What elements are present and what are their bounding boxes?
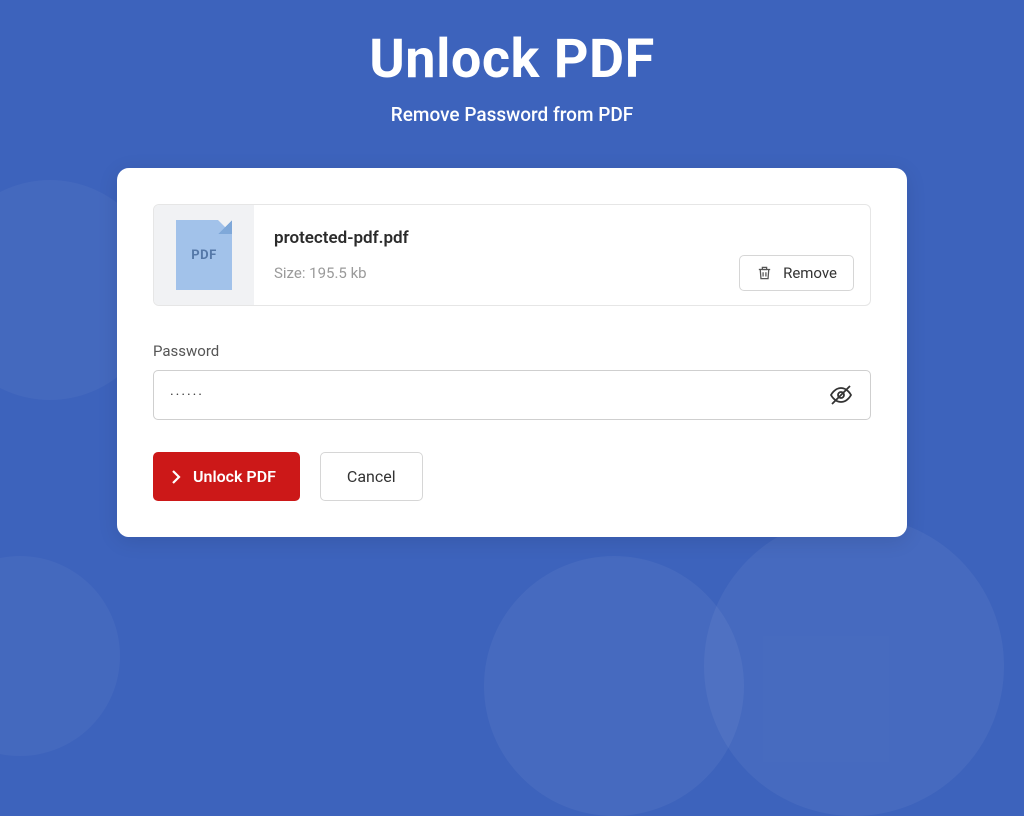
file-thumbnail: PDF [154, 205, 254, 305]
cancel-button[interactable]: Cancel [320, 452, 423, 501]
file-row: PDF protected-pdf.pdf Size: 195.5 kb Rem… [153, 204, 871, 306]
action-buttons: Unlock PDF Cancel [153, 452, 871, 501]
remove-button-label: Remove [783, 264, 837, 282]
unlock-pdf-button[interactable]: Unlock PDF [153, 452, 300, 501]
password-row [153, 370, 871, 420]
trash-icon [756, 264, 773, 282]
file-info: protected-pdf.pdf Size: 195.5 kb Remove [254, 205, 870, 305]
page-subtitle: Remove Password from PDF [0, 103, 1024, 126]
decorative-cloud [444, 496, 1024, 796]
eye-off-icon [829, 383, 853, 407]
pdf-icon-label: PDF [191, 248, 216, 263]
page-header: Unlock PDF Remove Password from PDF [0, 0, 1024, 126]
decorative-cloud [0, 556, 120, 756]
chevron-right-icon [171, 469, 181, 485]
page-title: Unlock PDF [0, 28, 1024, 91]
file-name: protected-pdf.pdf [274, 228, 850, 248]
password-input[interactable] [153, 370, 871, 420]
main-card: PDF protected-pdf.pdf Size: 195.5 kb Rem… [117, 168, 907, 537]
toggle-password-visibility-button[interactable] [825, 379, 857, 411]
unlock-button-label: Unlock PDF [193, 467, 276, 486]
password-label: Password [153, 342, 871, 360]
remove-file-button[interactable]: Remove [739, 255, 854, 291]
pdf-file-icon: PDF [176, 220, 232, 290]
password-section: Password [153, 342, 871, 420]
